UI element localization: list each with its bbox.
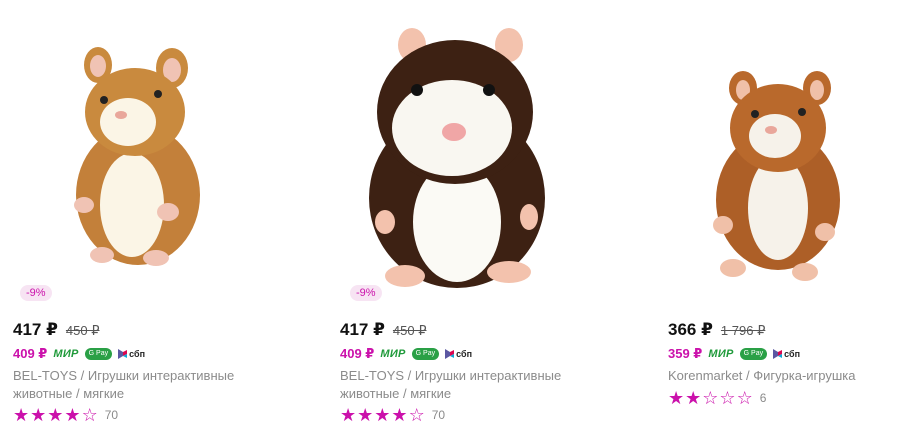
star-empty-icon: ☆: [702, 388, 719, 408]
star-filled-icon: ★: [685, 388, 702, 408]
wallet-price: 409 ₽: [340, 346, 375, 361]
product-card[interactable]: -9% 417 ₽ 450 ₽ 409 ₽ МИР G Pay сбп BEL-…: [10, 0, 280, 442]
gpay-payment-icon: G Pay: [84, 348, 113, 360]
sbp-logo-icon: [118, 349, 128, 359]
old-price: 1 796 ₽: [720, 323, 766, 338]
old-price: 450 ₽: [65, 323, 100, 338]
product-card[interactable]: -9% 417 ₽ 450 ₽ 409 ₽ МИР G Pay сбп BEL-…: [337, 0, 607, 442]
star-filled-icon: ★: [668, 388, 685, 408]
product-title[interactable]: BEL-TOYS / Игрушки интерактивные животны…: [13, 367, 243, 403]
price: 417 ₽: [340, 320, 385, 339]
star-filled-icon: ★: [30, 405, 47, 425]
star-filled-icon: ★: [340, 405, 357, 425]
sbp-label: сбп: [129, 349, 146, 359]
title-separator: /: [77, 368, 88, 383]
mir-payment-icon: МИР: [53, 348, 79, 360]
sbp-logo-icon: [773, 349, 783, 359]
title-separator: /: [742, 368, 754, 383]
sbp-payment-icon: сбп: [445, 349, 472, 359]
brand-name: BEL-TOYS: [340, 368, 405, 383]
discount-badge: -9%: [20, 285, 52, 301]
rating: ★ ★ ☆ ☆ ☆ 6: [668, 389, 766, 407]
sbp-payment-icon: сбп: [118, 349, 145, 359]
gpay-payment-icon: G Pay: [739, 348, 768, 360]
star-empty-icon: ☆: [719, 388, 736, 408]
rating: ★ ★ ★ ★ ☆ 70: [340, 406, 445, 424]
star-filled-icon: ★: [357, 405, 374, 425]
star-filled-icon: ★: [374, 405, 391, 425]
price-row: 417 ₽ 450 ₽: [340, 320, 427, 340]
star-empty-icon: ☆: [736, 388, 753, 408]
hamster-plush-image: [74, 47, 200, 266]
hamster-plush-image: [369, 28, 545, 288]
product-title[interactable]: BEL-TOYS / Игрушки интерактивные животны…: [340, 367, 570, 403]
sbp-logo-icon: [445, 349, 455, 359]
review-count[interactable]: 70: [432, 408, 445, 422]
gpay-payment-icon: G Pay: [411, 348, 440, 360]
product-image-hamster-orange[interactable]: [665, 0, 900, 310]
product-name: Фигурка-игрушка: [753, 368, 856, 383]
star-filled-icon: ★: [64, 405, 81, 425]
sbp-label: сбп: [784, 349, 801, 359]
review-count[interactable]: 6: [760, 391, 767, 405]
star-empty-icon: ☆: [81, 405, 98, 425]
hamster-plush-image: [713, 71, 840, 281]
wallet-price: 359 ₽: [668, 346, 703, 361]
price-row: 366 ₽ 1 796 ₽: [668, 320, 765, 340]
old-price: 450 ₽: [392, 323, 427, 338]
price-row: 417 ₽ 450 ₽: [13, 320, 100, 340]
mir-payment-icon: МИР: [708, 348, 734, 360]
price: 417 ₽: [13, 320, 58, 339]
rating: ★ ★ ★ ★ ☆ 70: [13, 406, 118, 424]
product-grid: -9% 417 ₽ 450 ₽ 409 ₽ МИР G Pay сбп BEL-…: [0, 0, 900, 442]
wallet-price-row: 409 ₽ МИР G Pay сбп: [13, 346, 145, 362]
discount-badge: -9%: [350, 285, 382, 301]
mir-payment-icon: МИР: [380, 348, 406, 360]
title-separator: /: [404, 368, 415, 383]
product-title[interactable]: Korenmarket / Фигурка-игрушка: [668, 367, 898, 385]
star-filled-icon: ★: [391, 405, 408, 425]
wallet-price: 409 ₽: [13, 346, 48, 361]
price: 366 ₽: [668, 320, 713, 339]
sbp-payment-icon: сбп: [773, 349, 800, 359]
wallet-price-row: 359 ₽ МИР G Pay сбп: [668, 346, 800, 362]
product-image-hamster-brown[interactable]: [337, 0, 607, 310]
star-filled-icon: ★: [13, 405, 30, 425]
star-filled-icon: ★: [47, 405, 64, 425]
product-card[interactable]: 366 ₽ 1 796 ₽ 359 ₽ МИР G Pay сбп Korenm…: [665, 0, 900, 442]
review-count[interactable]: 70: [105, 408, 118, 422]
brand-name: BEL-TOYS: [13, 368, 78, 383]
sbp-label: сбп: [456, 349, 473, 359]
star-empty-icon: ☆: [408, 405, 425, 425]
brand-name: Korenmarket: [668, 368, 743, 383]
wallet-price-row: 409 ₽ МИР G Pay сбп: [340, 346, 472, 362]
product-image-hamster-ginger[interactable]: [10, 0, 280, 310]
